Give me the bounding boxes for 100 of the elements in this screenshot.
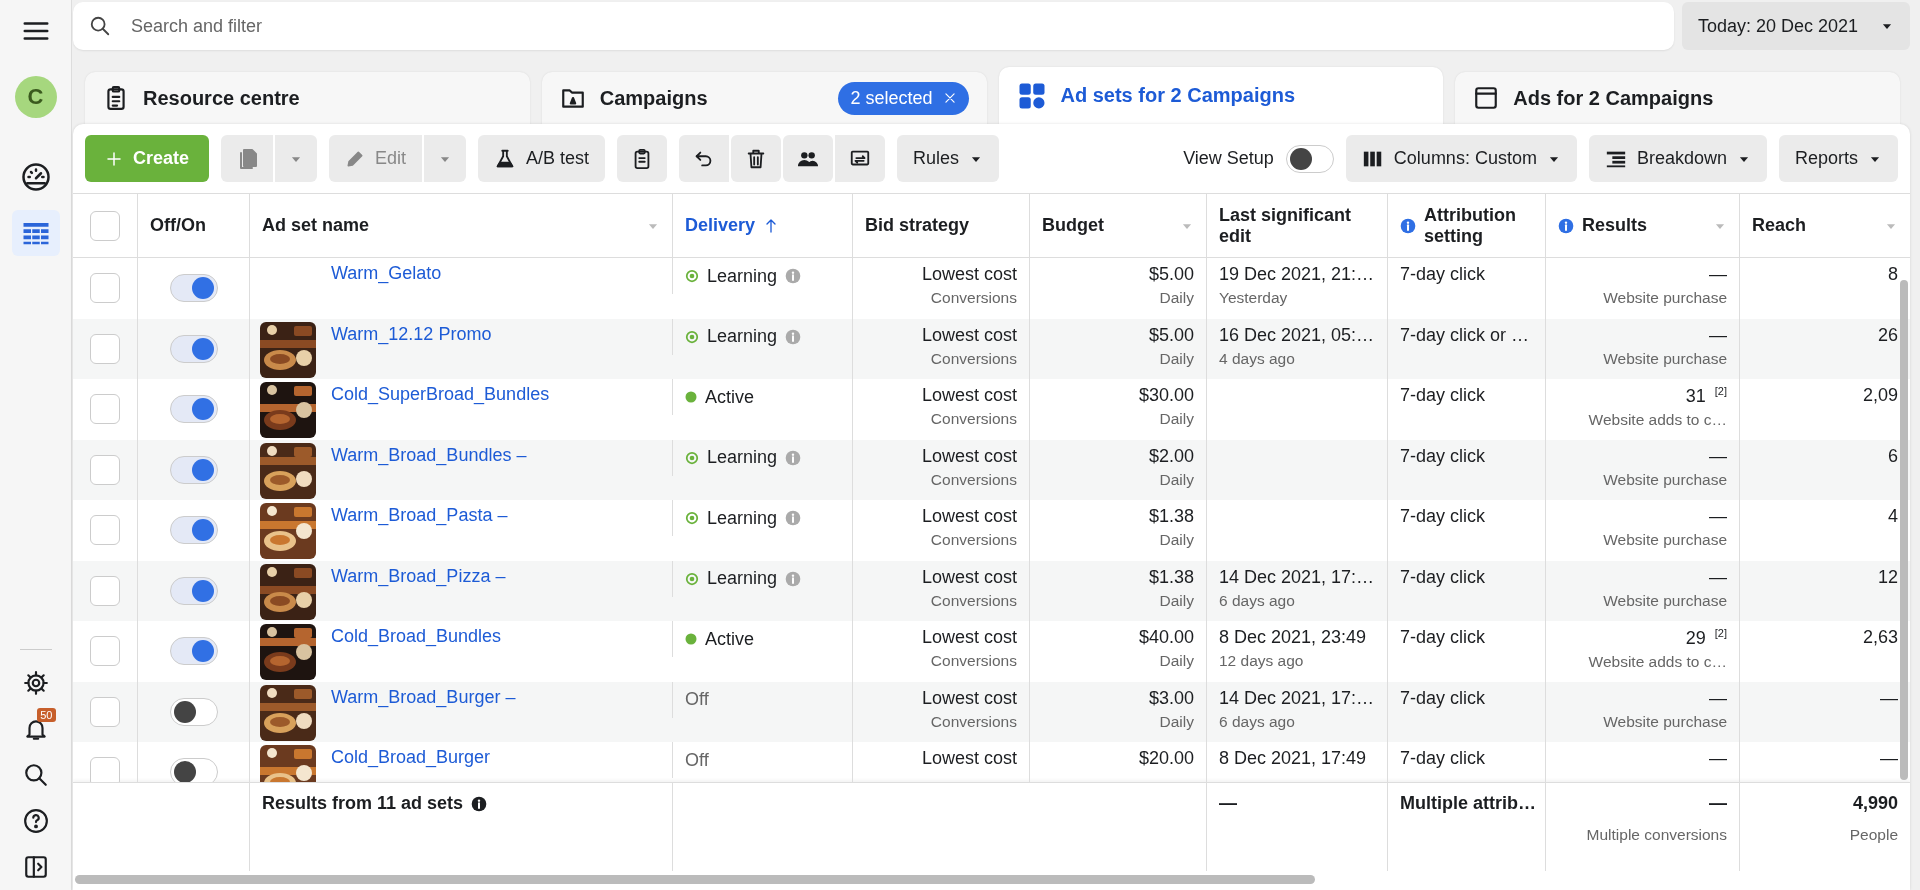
cell-subtext: Conversions [930,652,1017,670]
table-cell: — [1709,324,1727,346]
table-cell: — [1880,687,1898,709]
table-cell: 2,63 [1862,627,1898,648]
learning-status-icon [685,511,699,525]
undo-button[interactable] [679,135,730,182]
ad-set-link[interactable]: Cold_SuperBroad_Bundles [331,384,550,405]
table-cell: — [1709,748,1727,769]
select-all-checkbox[interactable] [90,210,120,241]
selection-badge[interactable]: 2 selected [838,81,969,115]
date-button[interactable]: Today: 20 Dec 2021 [1682,2,1910,50]
row-checkbox[interactable] [90,515,120,546]
cell-subtext: Conversions [930,289,1017,307]
column-header[interactable]: Bid strategy [865,215,1017,236]
toggle-switch[interactable] [1285,144,1334,173]
toggle-switch[interactable] [169,697,218,726]
ad-set-link[interactable]: Cold_Broad_Bundles [331,626,502,647]
cell-subtext: Conversions [930,349,1017,368]
ad-set-link[interactable]: Warm_Broad_Bundles – [331,444,527,466]
row-checkbox[interactable] [90,575,120,606]
ad-set-link[interactable]: Warm_Broad_Burger – [331,686,516,708]
search-field[interactable]: Search and filter [73,2,1674,50]
delivery-status: Learning [707,326,778,347]
rules-button[interactable]: Rules [897,135,1000,182]
table-cell: $20.00 [1138,748,1194,769]
table-cell: 2,09 [1862,385,1898,406]
toggle-switch[interactable] [169,637,218,666]
tab[interactable]: Campaigns 2 selected [541,72,987,124]
tab[interactable]: Ad sets for 2 Campaigns [998,67,1444,124]
clipboard-button[interactable] [617,135,668,182]
delivery-status: Learning [707,568,778,589]
cell-subtext: Website adds to c… [1588,653,1727,671]
avatar[interactable]: C [14,76,57,118]
row-checkbox[interactable] [90,394,120,425]
toggle-switch[interactable] [169,334,218,363]
column-header[interactable]: Attribution setting [1424,204,1533,247]
delivery-status: Off [685,689,709,710]
cell-subtext: Daily [1159,289,1194,307]
toggle-switch[interactable] [169,516,218,545]
table-cell: 29 $^{[2]}$ [1685,627,1727,649]
cell-subtext: Daily [1159,470,1194,489]
cell-subtext: Website purchase [1603,289,1727,307]
ad-set-link[interactable]: Warm_Broad_Pasta – [331,505,508,526]
column-header[interactable]: Ad set name [262,215,638,236]
toggle-switch[interactable] [169,455,218,484]
column-header[interactable]: Last significant edit [1219,204,1375,247]
table-cell: — [1709,687,1727,709]
gauge-icon [20,162,51,192]
swap-button[interactable] [835,135,886,182]
ad-set-link[interactable]: Cold_Broad_Burger [331,747,491,768]
ad-set-link[interactable]: Warm_Gelato [331,263,442,284]
learning-status-icon [685,450,699,465]
row-checkbox[interactable] [90,696,120,727]
column-header[interactable]: Delivery [685,215,756,236]
ad-set-link[interactable]: Warm_Broad_Pizza – [331,565,506,587]
ab-test-button[interactable]: A/B test [478,135,606,182]
table-cell: 26 [1877,324,1898,346]
column-header[interactable]: Budget [1042,215,1172,236]
table-cell: $3.00 [1148,687,1194,709]
tab[interactable]: Resource centre [85,72,530,124]
row-checkbox[interactable] [90,757,120,782]
cell-subtext: Website purchase [1603,591,1727,610]
cell-subtext: Daily [1159,591,1194,610]
table-cell-text: 7-day click [1400,385,1487,406]
breakdown-button[interactable]: Breakdown [1588,135,1767,182]
row-checkbox[interactable] [90,273,120,304]
cell-subtext: Website purchase [1603,531,1727,549]
reports-button[interactable]: Reports [1778,135,1898,182]
column-header[interactable]: Reach [1752,215,1876,236]
table-cell: $2.00 [1148,445,1194,467]
tab[interactable]: Ads for 2 Campaigns [1455,72,1900,124]
toggle-switch[interactable] [169,395,218,424]
delete-button[interactable] [731,135,782,182]
toggle-switch[interactable] [169,576,218,605]
table-cell: $5.00 [1148,264,1194,285]
people-button[interactable] [783,135,834,182]
cell-subtext: Daily [1159,410,1194,428]
table-cell-text: 7-day click [1400,687,1487,709]
summary-label: Results from 11 ad sets [262,793,464,814]
column-header[interactable]: Results [1582,215,1705,236]
row-checkbox[interactable] [90,636,120,667]
summary-cell: 4,990 [1852,793,1898,814]
cell-subtext: Website purchase [1603,712,1727,731]
horizontal-scrollbar[interactable] [75,874,1315,884]
toggle-switch[interactable] [169,758,218,782]
column-header[interactable]: Off/On [150,215,237,236]
table-cell: 4 [1888,506,1898,527]
vertical-scrollbar[interactable] [1900,280,1908,780]
table-cell: Lowest cost [921,324,1017,346]
delivery-status: Active [705,386,755,408]
ad-set-link[interactable]: Warm_12.12 Promo [331,323,492,345]
row-checkbox[interactable] [90,454,120,485]
table-cell: $5.00 [1148,324,1194,346]
toggle-switch[interactable] [169,274,218,303]
row-checkbox[interactable] [90,333,120,364]
cell-subtext: Conversions [930,712,1017,731]
active-status-icon [685,633,697,645]
cell-subtext: Conversions [930,591,1017,610]
columns-button[interactable]: Columns: Custom [1345,135,1577,182]
table-cell-text: 8 Dec 2021, 17:49 [1219,748,1368,769]
